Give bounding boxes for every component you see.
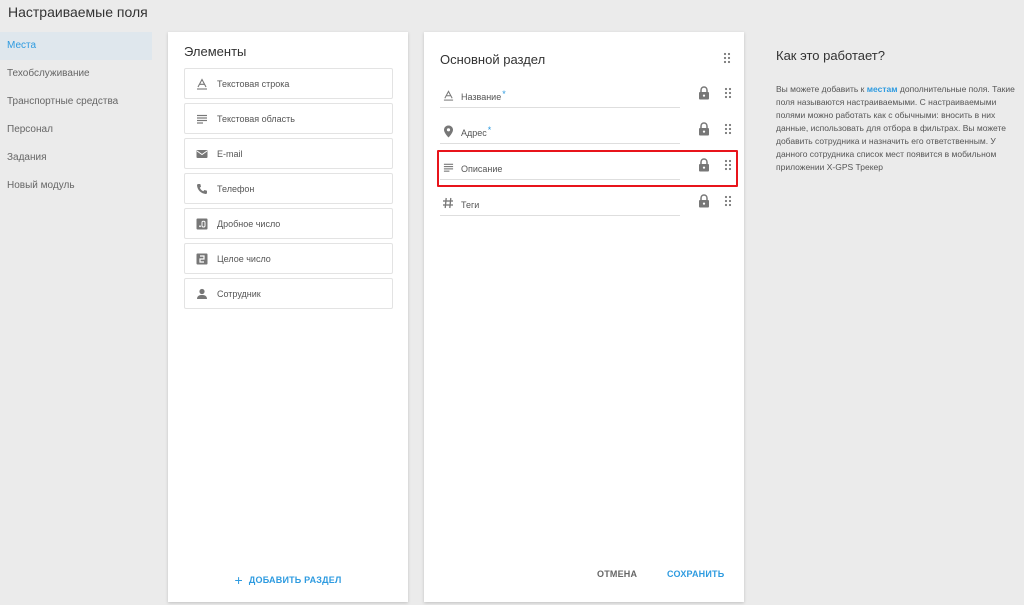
element-label: Сотрудник bbox=[217, 288, 261, 299]
person-icon bbox=[195, 287, 209, 301]
field-description[interactable]: Описание bbox=[440, 152, 680, 180]
main-section-panel: Основной раздел Название* Адрес* Описани… bbox=[424, 32, 744, 602]
decimal-icon bbox=[195, 217, 209, 231]
field-row-name: Название* bbox=[440, 80, 736, 110]
section-title: Основной раздел bbox=[440, 52, 546, 67]
field-name[interactable]: Название* bbox=[440, 80, 680, 108]
lock-icon bbox=[698, 86, 710, 105]
elements-list: Текстовая строка Текстовая область E-mai… bbox=[184, 68, 393, 313]
field-label: Теги bbox=[461, 200, 480, 210]
element-text-string[interactable]: Текстовая строка bbox=[184, 68, 393, 99]
field-label: Название* bbox=[461, 89, 506, 102]
sidebar-item-new-module[interactable]: Новый модуль bbox=[0, 172, 152, 200]
sidebar-item-personnel[interactable]: Персонал bbox=[0, 116, 152, 144]
places-link[interactable]: местам bbox=[867, 84, 898, 94]
element-email[interactable]: E-mail bbox=[184, 138, 393, 169]
element-label: Телефон bbox=[217, 183, 255, 194]
save-button[interactable]: СОХРАНИТЬ bbox=[667, 569, 724, 579]
field-row-address: Адрес* bbox=[440, 116, 736, 146]
lock-icon bbox=[698, 122, 710, 141]
phone-icon bbox=[195, 182, 209, 196]
integer-icon bbox=[195, 252, 209, 266]
field-label: Описание bbox=[461, 164, 503, 174]
hash-icon bbox=[441, 196, 455, 210]
drag-handle-icon[interactable] bbox=[723, 86, 733, 104]
sidebar-item-vehicles[interactable]: Транспортные средства bbox=[0, 88, 152, 116]
field-label: Адрес* bbox=[461, 125, 492, 138]
text-string-icon bbox=[441, 88, 455, 102]
drag-handle-icon[interactable] bbox=[723, 158, 733, 176]
field-address[interactable]: Адрес* bbox=[440, 116, 680, 144]
element-text-area[interactable]: Текстовая область bbox=[184, 103, 393, 134]
sidebar-item-places[interactable]: Места bbox=[0, 32, 152, 60]
page-title: Настраиваемые поля bbox=[8, 4, 148, 20]
text-area-icon bbox=[441, 160, 455, 174]
sidebar-item-maintenance[interactable]: Техобслуживание bbox=[0, 60, 152, 88]
info-title: Как это работает? bbox=[776, 48, 885, 63]
element-label: Дробное число bbox=[217, 218, 281, 229]
elements-panel-title: Элементы bbox=[184, 44, 247, 59]
add-section-button[interactable]: + ДОБАВИТЬ РАЗДЕЛ bbox=[168, 572, 408, 588]
element-phone[interactable]: Телефон bbox=[184, 173, 393, 204]
required-mark: * bbox=[502, 89, 506, 99]
add-section-label: ДОБАВИТЬ РАЗДЕЛ bbox=[248, 575, 342, 585]
location-pin-icon bbox=[441, 124, 455, 138]
element-integer[interactable]: Целое число bbox=[184, 243, 393, 274]
text-string-icon bbox=[195, 77, 209, 91]
element-employee[interactable]: Сотрудник bbox=[184, 278, 393, 309]
lock-icon bbox=[698, 158, 710, 177]
field-row-description: Описание bbox=[440, 152, 736, 182]
element-label: Текстовая область bbox=[217, 113, 295, 124]
mail-icon bbox=[195, 147, 209, 161]
element-label: Текстовая строка bbox=[217, 78, 290, 89]
drag-handle-icon[interactable] bbox=[723, 122, 733, 140]
text-area-icon bbox=[195, 112, 209, 126]
drag-handle-icon[interactable] bbox=[722, 51, 732, 69]
cancel-button[interactable]: ОТМЕНА bbox=[597, 569, 637, 579]
field-row-tags: Теги bbox=[440, 188, 736, 218]
element-decimal[interactable]: Дробное число bbox=[184, 208, 393, 239]
info-panel: Как это работает? Вы можете добавить к м… bbox=[776, 48, 1016, 174]
sidebar: Места Техобслуживание Транспортные средс… bbox=[0, 32, 152, 200]
info-text: Вы можете добавить к местам дополнительн… bbox=[776, 84, 1015, 172]
elements-panel: Элементы Текстовая строка Текстовая обла… bbox=[168, 32, 408, 602]
element-label: E-mail bbox=[217, 148, 243, 159]
plus-icon: + bbox=[234, 572, 243, 588]
required-mark: * bbox=[487, 125, 492, 135]
sidebar-item-tasks[interactable]: Задания bbox=[0, 144, 152, 172]
drag-handle-icon[interactable] bbox=[723, 194, 733, 212]
element-label: Целое число bbox=[217, 253, 271, 264]
lock-icon bbox=[698, 194, 710, 213]
field-tags[interactable]: Теги bbox=[440, 188, 680, 216]
